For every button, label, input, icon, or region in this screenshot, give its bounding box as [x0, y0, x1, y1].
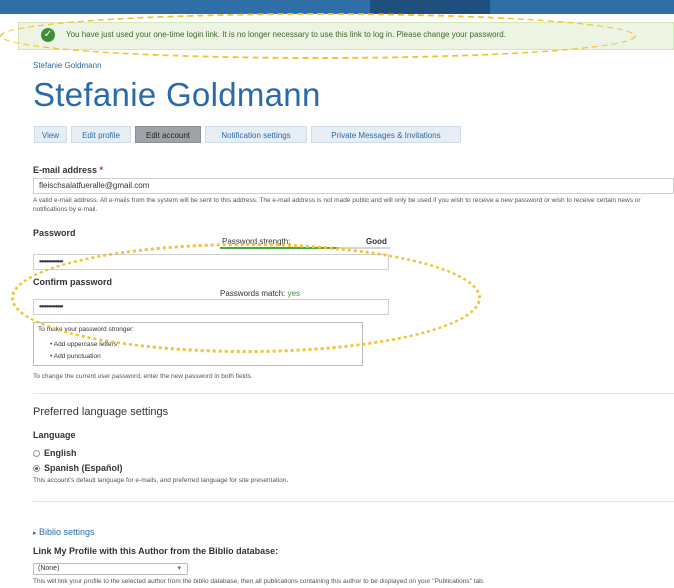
chevron-right-icon: ▸ [33, 530, 37, 537]
radio-spanish-label[interactable]: Spanish (Español) [44, 463, 123, 473]
radio-english[interactable] [33, 450, 40, 457]
top-bar [0, 0, 674, 14]
tab-view[interactable]: View [34, 126, 67, 143]
password-strength-value: Good [366, 237, 387, 246]
required-marker: * [99, 165, 104, 175]
password-label: Password [33, 228, 76, 238]
tab-edit-profile[interactable]: Edit profile [71, 126, 131, 143]
highlight-oval-status [0, 13, 636, 59]
email-field[interactable]: fleischsalatfueralle@gmail.com [33, 178, 674, 194]
tab-edit-account[interactable]: Edit account [135, 126, 201, 143]
page-title: Stefanie Goldmann [33, 76, 321, 113]
language-description: This account's default language for e-ma… [33, 477, 289, 484]
highlight-oval-password [11, 243, 481, 353]
biblio-description: This will link your profile to the selec… [33, 578, 485, 585]
tab-notification-settings[interactable]: Notification settings [205, 126, 307, 143]
biblio-settings-toggle[interactable]: ▸ Biblio settings [33, 527, 95, 537]
password-help: To change the current user password, ent… [33, 373, 253, 380]
divider [33, 501, 674, 502]
password-tip-item: • Add punctuation [50, 353, 101, 360]
biblio-author-select[interactable]: (None) ▾ [33, 563, 188, 575]
email-description: A valid e-mail address. All e-mails from… [33, 197, 641, 213]
chevron-down-icon: ▾ [177, 565, 181, 572]
divider [33, 393, 674, 394]
tab-private-messages[interactable]: Private Messages & Invitations [311, 126, 461, 143]
breadcrumb[interactable]: Stefanie Goldmann [33, 61, 102, 70]
radio-english-label[interactable]: English [44, 448, 77, 458]
language-label: Language [33, 430, 76, 440]
biblio-link-label: Link My Profile with this Author from th… [33, 546, 279, 556]
radio-spanish[interactable] [33, 465, 40, 472]
top-bar-segment [370, 0, 490, 14]
language-section-title: Preferred language settings [33, 406, 169, 418]
email-label: E-mail address * [33, 165, 104, 175]
